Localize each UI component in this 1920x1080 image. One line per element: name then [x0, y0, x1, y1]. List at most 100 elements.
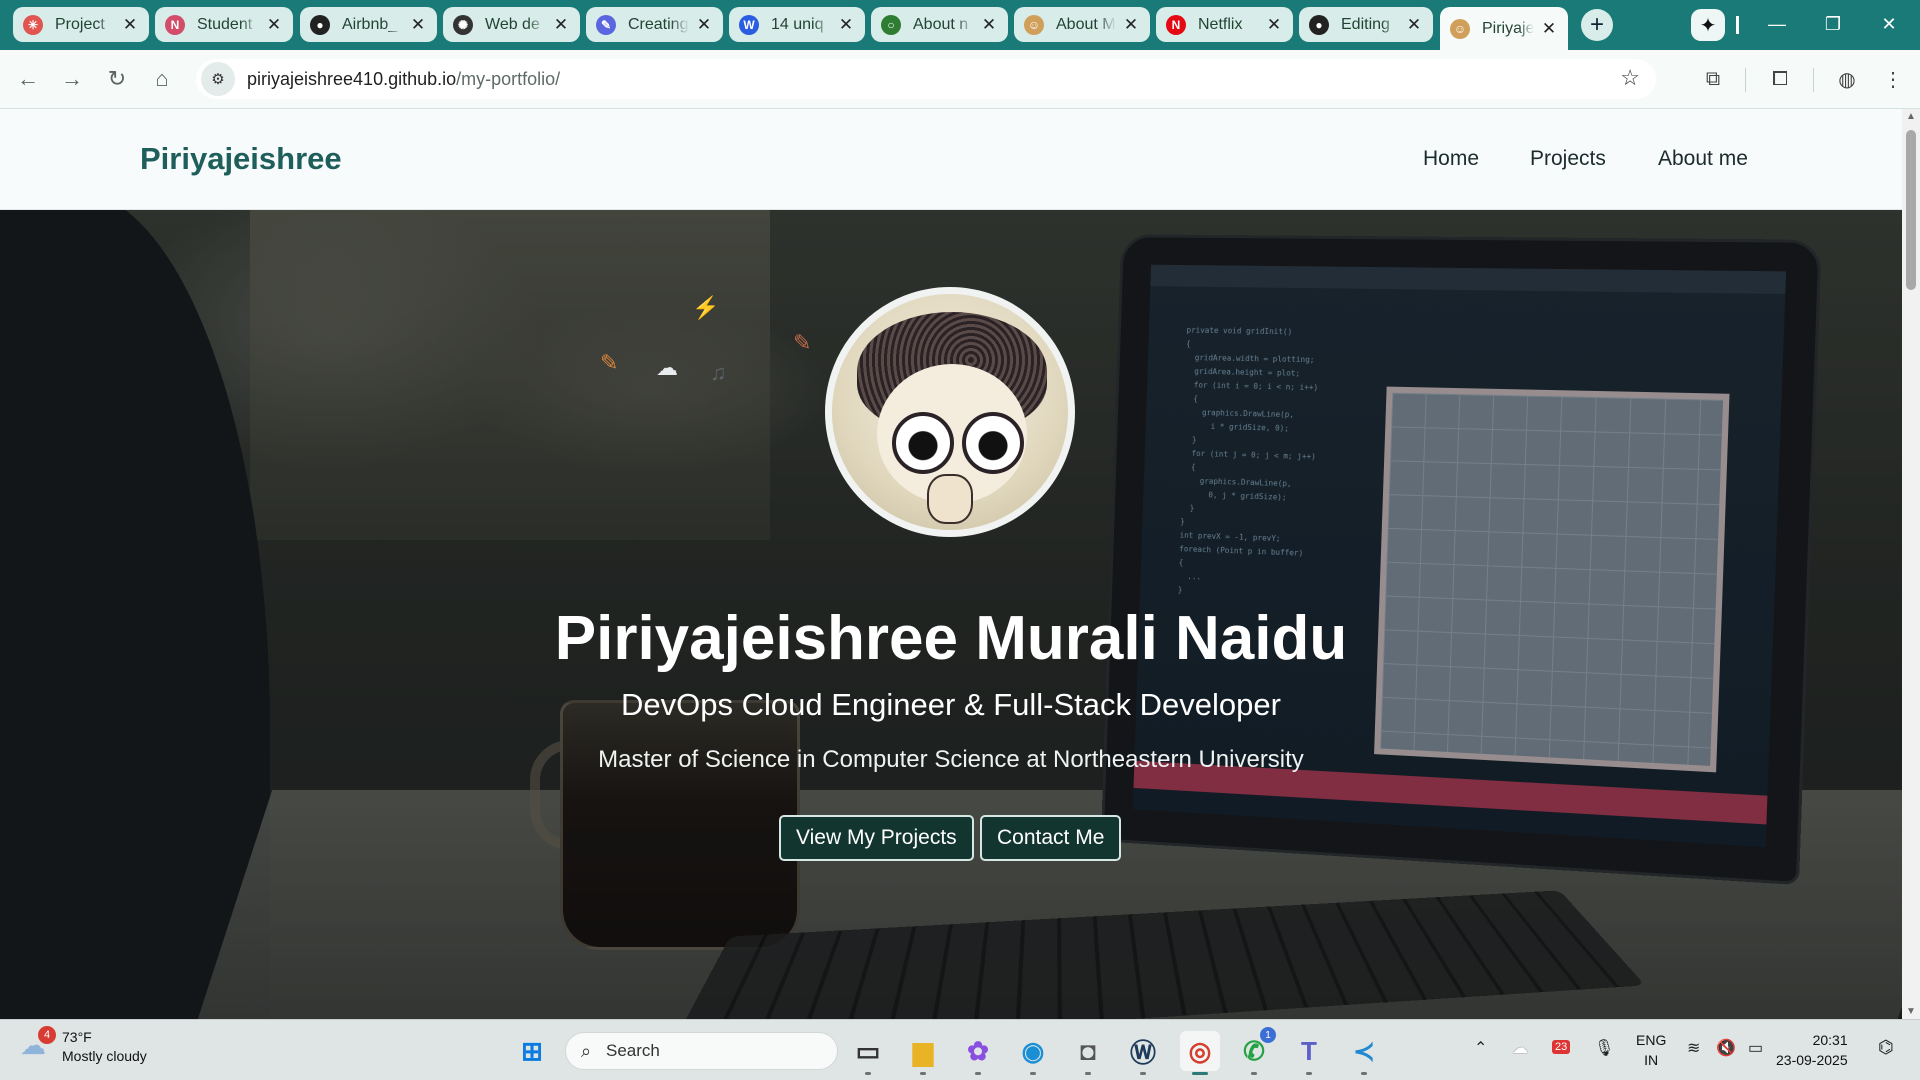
camera-icon[interactable]: ◘ [1068, 1031, 1108, 1075]
tab-title: About M [1056, 15, 1116, 33]
avatar-icon: ☺ [1450, 18, 1470, 39]
close-window-button[interactable]: ✕ [1869, 8, 1909, 40]
weather-widget[interactable]: ☁ 4 73°F Mostly cloudy [20, 1026, 147, 1066]
view-projects-button[interactable]: View My Projects [779, 815, 974, 861]
start-button[interactable]: ⊞ [512, 1031, 552, 1071]
extensions-icon[interactable]: ⧉ [1696, 62, 1730, 96]
browser-tab[interactable]: ✳ Project ✕ [13, 7, 149, 42]
onedrive-icon[interactable]: ☁ [1512, 1038, 1528, 1058]
edge-icon[interactable]: ◉ [1013, 1031, 1053, 1075]
close-tab-icon[interactable]: ✕ [409, 15, 427, 35]
circle-logo-icon: ○ [881, 14, 901, 35]
scroll-up-arrow[interactable]: ▲ [1906, 111, 1916, 122]
close-tab-icon[interactable]: ✕ [1405, 15, 1423, 35]
microphone-icon[interactable]: 🎙 [1594, 1038, 1614, 1058]
address-bar[interactable]: ⚙ piriyajeishree410.github.io/my-portfol… [196, 59, 1656, 99]
contact-me-button[interactable]: Contact Me [980, 815, 1122, 861]
tray-chevron-icon[interactable]: ⌃ [1474, 1038, 1487, 1058]
file-explorer-icon[interactable]: ▆ [903, 1031, 943, 1075]
scrollbar-thumb[interactable] [1906, 130, 1916, 290]
github-icon: ● [310, 14, 330, 35]
home-button[interactable]: ⌂ [143, 60, 181, 98]
task-view-icon-glyph: ▭ [855, 1035, 881, 1066]
language-indicator[interactable]: ENG IN [1636, 1030, 1666, 1070]
nav-link-projects[interactable]: Projects [1530, 147, 1606, 171]
wordpress-icon[interactable]: Ⓦ [1123, 1031, 1163, 1075]
tab-title: About n [913, 15, 969, 33]
close-tab-icon[interactable]: ✕ [121, 15, 139, 35]
copilot-icon[interactable]: ✿ [958, 1031, 998, 1075]
site-info-icon[interactable]: ⚙ [201, 62, 235, 96]
weather-temp: 73°F [62, 1029, 92, 1045]
notification-bell-icon[interactable]: ⌬ [1878, 1037, 1894, 1058]
nav-link-home[interactable]: Home [1423, 147, 1479, 171]
profile-avatar [825, 287, 1075, 537]
tab-title: Creating [628, 15, 689, 33]
hero-education: Master of Science in Computer Science at… [598, 746, 1304, 773]
taskbar-search-box[interactable]: ⌕ Search [565, 1032, 838, 1070]
reload-button[interactable]: ↻ [98, 60, 136, 98]
gemini-button[interactable]: ✦ [1691, 9, 1725, 41]
browser-tab[interactable]: ● Airbnb_ ✕ [300, 7, 437, 42]
browser-tab[interactable]: ✎ Creating ✕ [586, 7, 723, 42]
vscode-icon[interactable]: ≺ [1344, 1031, 1384, 1075]
browser-tab[interactable]: ● Editing ✕ [1299, 7, 1433, 42]
minimize-button[interactable]: — [1757, 8, 1797, 40]
browser-tab-strip: ✳ Project ✕ N Student ✕ ● Airbnb_ ✕ ✺ Web de ✕ ✎ Crea… [0, 0, 1920, 50]
battery-icon[interactable]: ▭ [1748, 1038, 1763, 1058]
close-tab-icon[interactable]: ✕ [552, 15, 570, 35]
tab-title: Student [197, 15, 253, 33]
edge-icon-glyph: ◉ [1021, 1035, 1045, 1066]
close-tab-icon[interactable]: ✕ [1540, 19, 1558, 39]
browser-menu-icon[interactable]: ⋮ [1876, 62, 1910, 96]
weather-condition: Mostly cloudy [62, 1048, 147, 1064]
close-tab-icon[interactable]: ✕ [695, 15, 713, 35]
close-tab-icon[interactable]: ✕ [980, 15, 998, 35]
cast-icon[interactable]: ⧠ [1763, 62, 1797, 96]
vscode-icon-glyph: ≺ [1353, 1035, 1375, 1066]
close-tab-icon[interactable]: ✕ [837, 15, 855, 35]
teams-icon[interactable]: T [1289, 1031, 1329, 1075]
tab-title: Editing [1341, 15, 1390, 33]
back-button[interactable]: ← [9, 60, 47, 98]
new-tab-button[interactable]: + [1581, 9, 1613, 41]
calendar-tray-icon[interactable]: 23 [1552, 1040, 1571, 1054]
forward-button[interactable]: → [53, 60, 91, 98]
music-note-icon: ♫ [710, 360, 727, 385]
app-notification-badge: 1 [1260, 1027, 1276, 1043]
close-tab-icon[interactable]: ✕ [1122, 15, 1140, 35]
browser-tab[interactable]: ☺ Piriyajei ✕ [1440, 7, 1568, 50]
site-navbar: Piriyajeishree Home Projects About me [0, 109, 1902, 210]
wifi-icon[interactable]: ≋ [1687, 1038, 1700, 1058]
nav-link-about-me[interactable]: About me [1658, 147, 1748, 171]
browser-toolbar: ← → ↻ ⌂ ⚙ piriyajeishree410.github.io/my… [0, 50, 1920, 109]
volume-muted-icon[interactable]: 🔇 [1716, 1038, 1736, 1058]
openai-icon: ✺ [453, 14, 473, 35]
page-scrollbar[interactable]: ▲ ▼ [1902, 109, 1920, 1019]
bookmark-star-icon[interactable]: ☆ [1620, 65, 1640, 91]
close-tab-icon[interactable]: ✕ [265, 15, 283, 35]
notion-n-icon: N [165, 14, 185, 35]
site-brand-logo[interactable]: Piriyajeishree [140, 141, 342, 177]
browser-tab[interactable]: ✺ Web de ✕ [443, 7, 580, 42]
browser-tab[interactable]: ○ About n ✕ [871, 7, 1008, 42]
toolbar-divider [1813, 68, 1814, 92]
close-tab-icon[interactable]: ✕ [1265, 15, 1283, 35]
url-text[interactable]: piriyajeishree410.github.io/my-portfolio… [247, 69, 560, 90]
wordpress-icon-glyph: Ⓦ [1129, 1037, 1156, 1068]
clock-date: 23-09-2025 [1776, 1052, 1848, 1068]
browser-tab[interactable]: N Student ✕ [155, 7, 293, 42]
restore-button[interactable]: ❐ [1813, 8, 1853, 40]
w-logo-icon: W [739, 14, 759, 35]
browser-tab[interactable]: W 14 uniq ✕ [729, 7, 865, 42]
browser-tab[interactable]: ☺ About M ✕ [1014, 7, 1150, 42]
whatsapp-icon[interactable]: ✆ 1 [1234, 1027, 1276, 1075]
profile-avatar-icon[interactable]: ◍ [1830, 62, 1864, 96]
task-view-icon[interactable]: ▭ [848, 1031, 888, 1075]
teams-icon-glyph: T [1301, 1035, 1317, 1066]
tab-title: Netflix [1198, 15, 1243, 33]
chrome-icon[interactable]: ◎ [1180, 1031, 1220, 1075]
scroll-down-arrow[interactable]: ▼ [1906, 1006, 1916, 1017]
browser-tab[interactable]: N Netflix ✕ [1156, 7, 1293, 42]
taskbar-clock[interactable]: 20:31 23-09-2025 [1776, 1030, 1848, 1070]
